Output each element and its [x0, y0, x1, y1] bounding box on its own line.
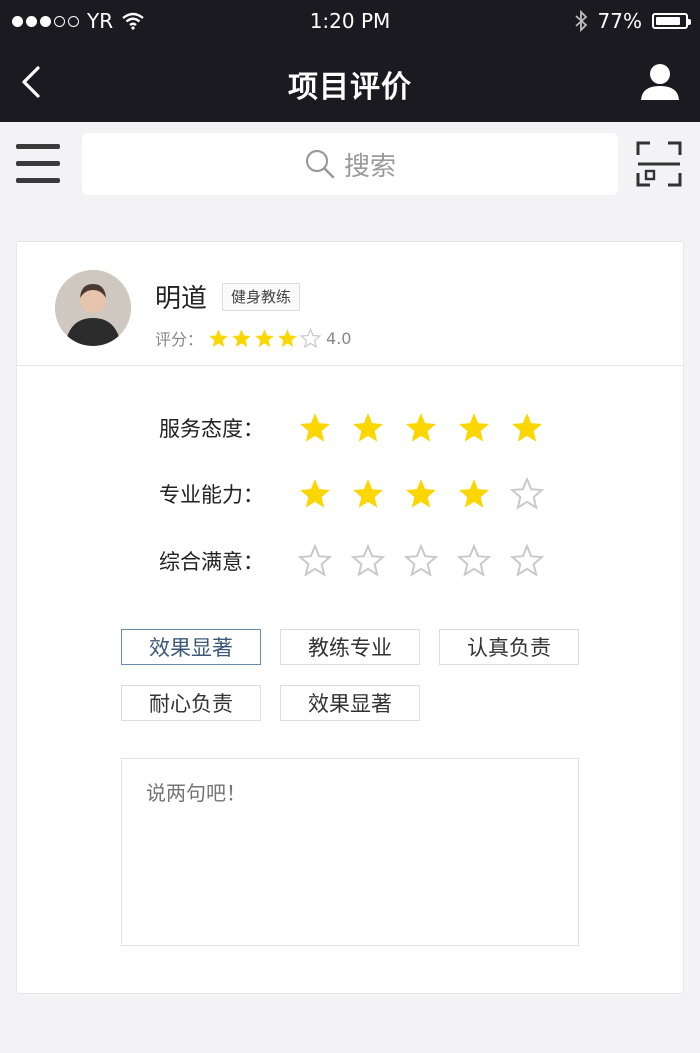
star-filled-icon[interactable]: [298, 477, 332, 511]
criterion-label-service: 服务态度：: [159, 417, 264, 441]
tag-chip[interactable]: 耐心负责: [121, 685, 261, 721]
criterion-stars-skill[interactable]: [298, 477, 544, 511]
avatar: [55, 270, 131, 346]
star-filled-icon[interactable]: [298, 411, 332, 445]
criterion-stars-service[interactable]: [298, 411, 544, 445]
status-bar: YR 1:20 PM 77%: [0, 0, 700, 42]
status-right: 77%: [574, 9, 691, 33]
star-filled-icon[interactable]: [510, 411, 544, 445]
rating-value: 4.0: [326, 328, 352, 348]
coach-role-tag: 健身教练: [222, 283, 301, 311]
overall-stars: [208, 327, 322, 349]
star-filled-icon: [255, 328, 274, 347]
menu-icon[interactable]: [16, 141, 62, 187]
battery-label: 77%: [597, 9, 642, 33]
tag-chip[interactable]: 认真负责: [439, 629, 579, 665]
overall-rating: 评分： 4.0: [155, 326, 351, 350]
comment-field[interactable]: [121, 758, 579, 946]
star-filled-icon[interactable]: [351, 477, 385, 511]
rating-label: 评分：: [155, 330, 204, 349]
star-filled-icon: [232, 328, 251, 347]
criterion-label-satisfaction: 综合满意：: [159, 550, 264, 574]
tag-chip[interactable]: 教练专业: [280, 629, 420, 665]
star-empty-icon[interactable]: [298, 544, 332, 578]
criterion-label-skill: 专业能力：: [159, 483, 264, 507]
scan-icon[interactable]: [636, 141, 682, 187]
star-empty-icon[interactable]: [457, 544, 491, 578]
nav-bar: 项目评价: [0, 42, 700, 122]
star-empty-icon[interactable]: [510, 544, 544, 578]
star-filled-icon[interactable]: [404, 411, 438, 445]
tag-chip[interactable]: 效果显著: [280, 685, 420, 721]
search-placeholder: 搜索: [343, 151, 396, 182]
divider: [17, 365, 683, 366]
app-header: YR 1:20 PM 77% 项目评价: [0, 0, 700, 122]
star-filled-icon[interactable]: [457, 411, 491, 445]
bluetooth-icon: [574, 10, 587, 32]
star-empty-icon: [300, 327, 322, 348]
star-filled-icon[interactable]: [457, 477, 491, 511]
page-title: 项目评价: [288, 70, 412, 105]
star-empty-icon[interactable]: [351, 544, 385, 578]
search-input[interactable]: 搜索: [82, 133, 618, 195]
star-filled-icon: [209, 328, 228, 347]
star-filled-icon[interactable]: [351, 411, 385, 445]
user-icon[interactable]: [638, 60, 682, 104]
search-icon: [305, 149, 335, 179]
coach-name: 明道: [155, 284, 208, 314]
star-empty-icon[interactable]: [404, 544, 438, 578]
tag-chip[interactable]: 效果显著: [121, 629, 261, 665]
rating-card: 明道 健身教练 评分： 4.0 服务态度： 专业能力： 综合满意： 效果显著 教…: [16, 241, 684, 994]
star-empty-icon[interactable]: [510, 477, 544, 511]
criterion-stars-satisfaction[interactable]: [298, 544, 544, 578]
star-filled-icon[interactable]: [404, 477, 438, 511]
star-filled-icon: [278, 328, 297, 347]
battery-icon: [652, 13, 691, 29]
